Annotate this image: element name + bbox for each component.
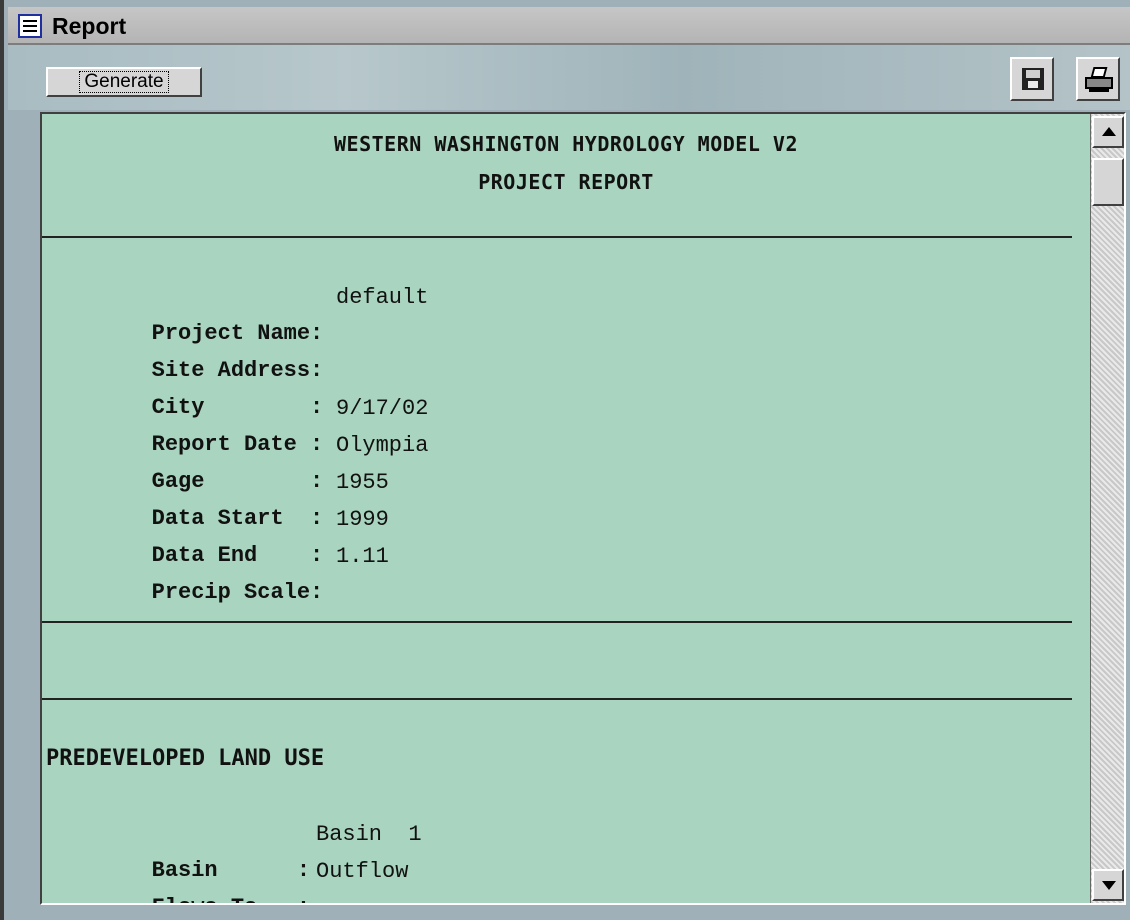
arrow-down-icon (1102, 881, 1116, 890)
field-site-address: Site Address: (46, 317, 324, 383)
field-label: Flows To : (152, 890, 310, 903)
field-value: 1.11 (336, 544, 389, 569)
generate-button-label: Generate (79, 71, 169, 93)
scroll-thumb[interactable] (1092, 158, 1124, 206)
print-button[interactable] (1076, 57, 1120, 101)
section-title: PREDEVELOPED LAND USE (46, 746, 325, 771)
vertical-scrollbar[interactable] (1090, 114, 1124, 903)
window-title: Report (52, 13, 127, 39)
document-icon[interactable] (18, 14, 42, 38)
divider (42, 236, 1072, 238)
field-label: Precip Scale: (151, 580, 324, 605)
field-value: default (336, 285, 429, 310)
report-subheading: PROJECT REPORT (478, 170, 654, 194)
save-button[interactable] (1010, 57, 1054, 101)
scroll-up-button[interactable] (1092, 116, 1124, 148)
field-value: Basin 1 (316, 822, 422, 847)
field-value: Olympia (336, 433, 429, 458)
field-data-end: Data End : 1999 (46, 502, 389, 568)
report-window: Report Generate WESTERN WASHINGTON HYDRO… (0, 0, 1130, 920)
title-bar[interactable]: Report (8, 7, 1130, 45)
field-basin: Basin : Basin 1 (46, 817, 422, 883)
field-project-name: Project Name: default (46, 280, 429, 346)
field-city: City : (46, 354, 324, 420)
arrow-up-icon (1102, 127, 1116, 136)
field-flows-to: Flows To : Outflow (46, 854, 409, 903)
report-heading: WESTERN WASHINGTON HYDROLOGY MODEL V2 (333, 132, 799, 156)
field-report-date: Report Date : 9/17/02 (46, 391, 429, 457)
field-value: 9/17/02 (336, 396, 429, 421)
report-text-area[interactable]: WESTERN WASHINGTON HYDROLOGY MODEL V2 PR… (40, 112, 1126, 905)
toolbar: Generate (8, 45, 1130, 110)
field-value: 1955 (336, 470, 389, 495)
generate-button[interactable]: Generate (46, 67, 202, 97)
divider (42, 698, 1072, 700)
divider (42, 621, 1072, 623)
scroll-down-button[interactable] (1092, 869, 1124, 901)
floppy-disk-icon (1022, 68, 1044, 90)
field-value: 1999 (336, 507, 389, 532)
field-precip-scale: Precip Scale: 1.11 (46, 539, 389, 605)
report-content: WESTERN WASHINGTON HYDROLOGY MODEL V2 PR… (42, 114, 1090, 903)
printer-icon (1085, 67, 1113, 93)
field-gage: Gage : Olympia (46, 428, 429, 494)
field-data-start: Data Start : 1955 (46, 465, 389, 531)
field-value: Outflow (316, 859, 409, 884)
